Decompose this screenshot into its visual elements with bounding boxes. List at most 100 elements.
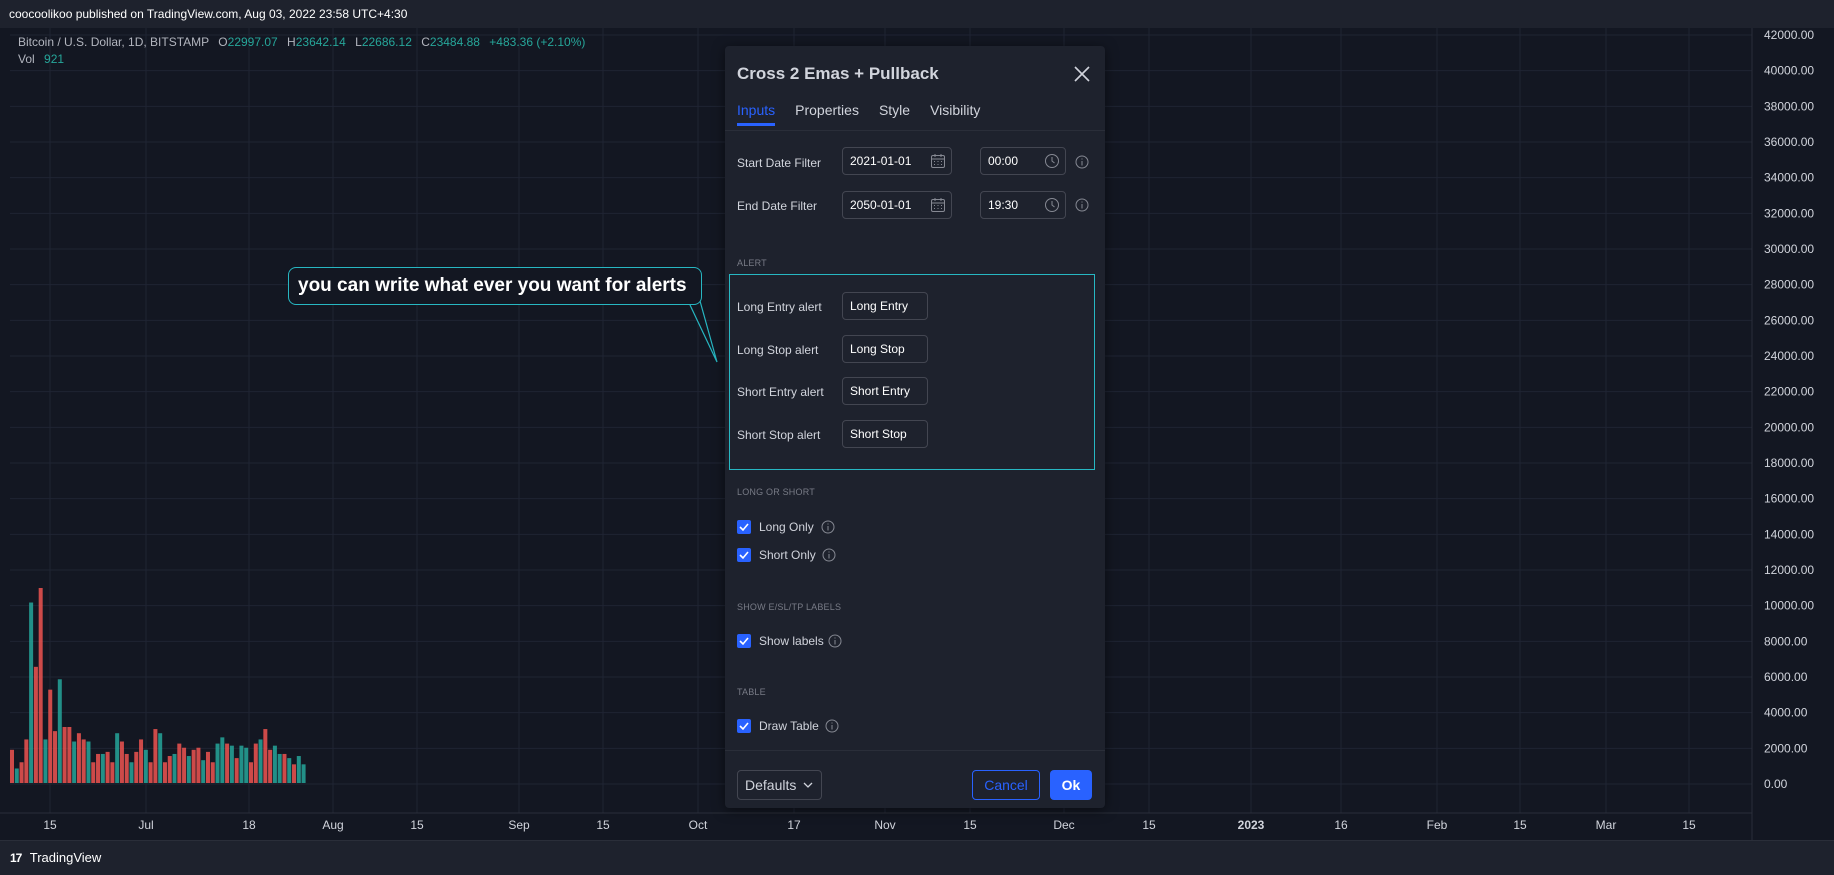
end-time-input[interactable]: 19:30 <box>980 191 1066 219</box>
volume-bar <box>268 749 273 783</box>
price-tick-label: 18000.00 <box>1764 456 1814 470</box>
calendar-icon[interactable] <box>930 197 946 213</box>
volume-bar <box>29 602 34 783</box>
volume-bar <box>143 749 148 783</box>
calendar-icon[interactable] <box>930 153 946 169</box>
volume-bar <box>249 762 253 783</box>
check-icon <box>739 637 749 646</box>
price-tick-label: 32000.00 <box>1764 206 1814 220</box>
volume-bar <box>196 747 201 783</box>
price-tick-label: 14000.00 <box>1764 527 1814 541</box>
price-tick-label: 10000.00 <box>1764 599 1814 613</box>
check-icon <box>739 722 749 731</box>
short-stop-input[interactable]: Short Stop <box>842 420 928 448</box>
info-icon[interactable] <box>822 548 836 562</box>
price-tick-label: 0.00 <box>1764 777 1788 791</box>
time-tick-label: 15 <box>1513 818 1527 832</box>
volume-bar <box>110 762 115 783</box>
short-only-checkbox[interactable] <box>737 548 751 562</box>
price-tick-label: 4000.00 <box>1764 706 1808 720</box>
long-stop-input[interactable]: Long Stop <box>842 335 928 363</box>
price-tick-label: 12000.00 <box>1764 563 1814 577</box>
cancel-button[interactable]: Cancel <box>972 770 1040 800</box>
volume-bar <box>263 729 268 783</box>
close-icon[interactable] <box>1071 63 1093 85</box>
tab-style[interactable]: Style <box>879 102 910 126</box>
volume-bar <box>153 729 158 783</box>
volume-bar <box>205 751 210 783</box>
change-value: +483.36 (+2.10%) <box>489 35 586 49</box>
volume-legend: Vol 921 <box>18 51 585 67</box>
short-entry-input[interactable]: Short Entry <box>842 377 928 405</box>
start-time-input[interactable]: 00:00 <box>980 147 1066 175</box>
time-tick-label: Dec <box>1053 818 1074 832</box>
price-tick-label: 22000.00 <box>1764 385 1814 399</box>
volume-bar <box>239 745 244 783</box>
volume-bar <box>91 762 96 783</box>
end-date-label: End Date Filter <box>737 199 818 213</box>
time-tick-label: 2023 <box>1238 818 1265 832</box>
price-tick-label: 8000.00 <box>1764 634 1808 648</box>
tradingview-logo-icon: 17 <box>10 851 22 865</box>
footer-bar: 17 TradingView <box>0 840 1834 875</box>
time-tick-label: Oct <box>689 818 708 832</box>
high-value: 23642.14 <box>295 35 346 49</box>
volume-bar <box>225 743 230 783</box>
time-tick-label: 15 <box>596 818 610 832</box>
footer-brand: TradingView <box>29 850 102 865</box>
long-only-checkbox[interactable] <box>737 520 751 534</box>
short-entry-label: Short Entry alert <box>737 385 824 399</box>
volume-bar <box>229 745 234 783</box>
start-date-input[interactable]: 2021-01-01 <box>842 147 952 175</box>
info-icon[interactable] <box>828 634 842 648</box>
price-tick-label: 30000.00 <box>1764 242 1814 256</box>
tab-inputs[interactable]: Inputs <box>737 102 776 126</box>
info-icon[interactable] <box>821 520 835 534</box>
volume-bar <box>177 743 182 783</box>
info-icon[interactable] <box>1075 155 1089 169</box>
end-date-input[interactable]: 2050-01-01 <box>842 191 952 219</box>
publish-header: coocoolikoo published on TradingView.com… <box>0 0 1834 28</box>
show-labels-checkbox[interactable] <box>737 634 751 648</box>
symbol-name: Bitcoin / U.S. Dollar, 1D, BITSTAMP <box>18 35 209 49</box>
ok-button[interactable]: Ok <box>1050 770 1092 800</box>
tab-visibility[interactable]: Visibility <box>930 102 980 126</box>
price-tick-label: 6000.00 <box>1764 670 1808 684</box>
volume-bar <box>182 747 187 783</box>
vol-value: 921 <box>44 52 65 66</box>
close-label: C <box>421 35 430 49</box>
price-tick-label: 34000.00 <box>1764 171 1814 185</box>
volume-bar <box>53 731 58 783</box>
low-value: 22686.12 <box>361 35 412 49</box>
annotation-callout: you can write what ever you want for ale… <box>288 267 702 305</box>
defaults-dropdown[interactable]: Defaults <box>737 770 822 800</box>
volume-bar <box>67 726 72 783</box>
volume-bar <box>134 751 139 783</box>
vol-label: Vol <box>18 52 35 66</box>
volume-bar <box>301 764 306 783</box>
volume-bar <box>296 756 301 783</box>
draw-table-checkbox[interactable] <box>737 719 751 733</box>
time-tick-label: Nov <box>874 818 895 832</box>
info-icon[interactable] <box>1075 198 1089 212</box>
time-tick-label: 15 <box>43 818 57 832</box>
volume-bar <box>57 679 62 783</box>
clock-icon[interactable] <box>1044 197 1060 213</box>
volume-bar <box>253 743 258 783</box>
volume-bar <box>210 762 215 783</box>
section-long-short: LONG OR SHORT <box>737 487 815 497</box>
low-label: L <box>355 35 362 49</box>
time-tick-label: Feb <box>1427 818 1448 832</box>
symbol-legend: Bitcoin / U.S. Dollar, 1D, BITSTAMP O229… <box>18 34 585 67</box>
time-tick-label: 15 <box>1682 818 1696 832</box>
section-labels: SHOW E/SL/TP LABELS <box>737 602 842 612</box>
volume-bar <box>119 741 124 783</box>
volume-bar <box>158 733 163 783</box>
volume-bar <box>105 751 110 783</box>
tab-properties[interactable]: Properties <box>795 102 859 126</box>
info-icon[interactable] <box>825 719 839 733</box>
long-entry-input[interactable]: Long Entry <box>842 292 928 320</box>
clock-icon[interactable] <box>1044 153 1060 169</box>
high-label: H <box>287 35 296 49</box>
price-tick-label: 16000.00 <box>1764 492 1814 506</box>
